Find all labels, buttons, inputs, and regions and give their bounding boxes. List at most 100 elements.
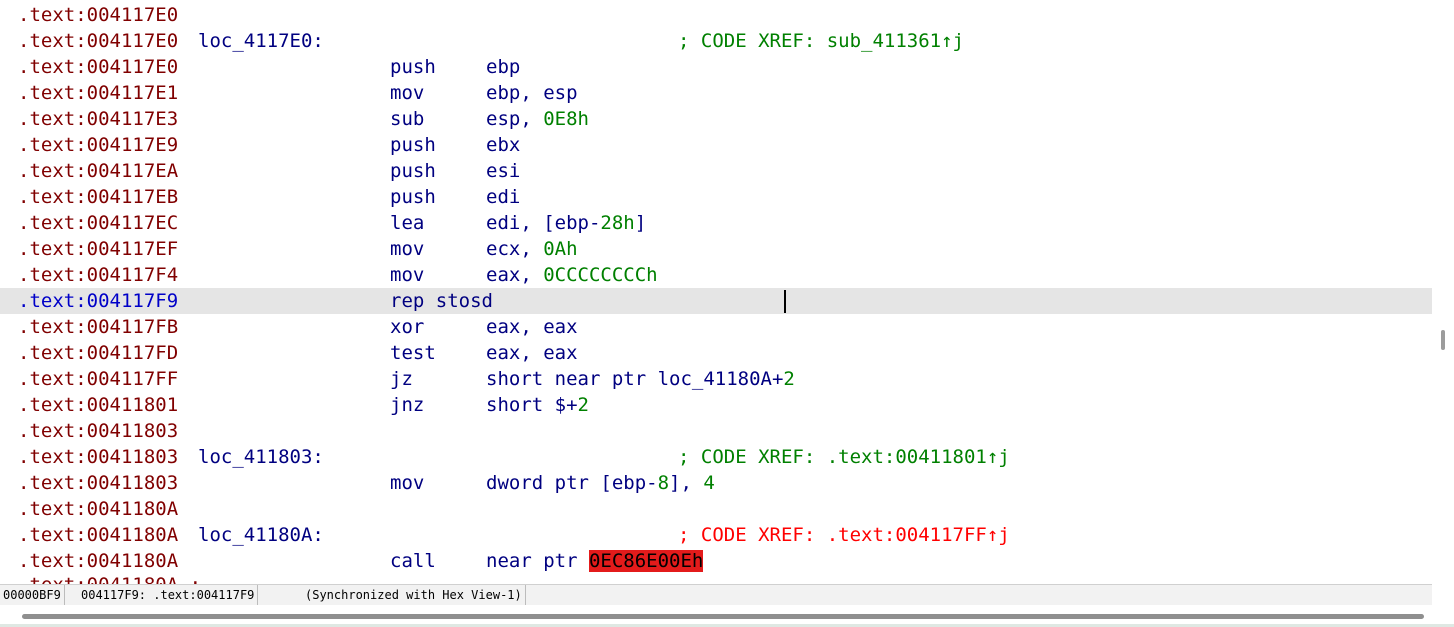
vertical-scrollbar[interactable]	[1432, 0, 1454, 610]
xref-comment[interactable]: ; CODE XREF: .text:004117FF↑j	[678, 522, 1010, 548]
xref-comment[interactable]: ; CODE XREF: sub_411361↑j	[678, 28, 964, 54]
listing-line[interactable]: .text:004117FD test eax, eax	[0, 340, 1432, 366]
instruction-operands[interactable]: eax, 0CCCCCCCCh	[486, 262, 658, 288]
instruction-mnemonic[interactable]: test	[390, 340, 436, 366]
listing-line[interactable]: .text:004117EF mov ecx, 0Ah	[0, 236, 1432, 262]
vertical-scrollbar-thumb[interactable]	[1441, 330, 1445, 350]
instruction-mnemonic[interactable]: lea	[390, 210, 424, 236]
code-label[interactable]: loc_411803:	[198, 444, 324, 470]
listing-line[interactable]: .text:004117E3 sub esp, 0E8h	[0, 106, 1432, 132]
instruction-operands[interactable]: ebp	[486, 54, 520, 80]
line-address[interactable]: .text:0041180A	[18, 548, 178, 574]
operand-part: ebp, esp	[486, 82, 578, 104]
instruction-operands[interactable]: esi	[486, 158, 520, 184]
line-address[interactable]: .text:004117FB	[18, 314, 178, 340]
operand-part: near ptr	[486, 550, 589, 572]
line-address[interactable]: .text:00411803	[18, 418, 178, 444]
listing-line[interactable]: .text:00411803 mov dword ptr [ebp-8], 4	[0, 470, 1432, 496]
listing-line[interactable]: .text:004117EB push edi	[0, 184, 1432, 210]
line-address[interactable]: .text:004117EF	[18, 236, 178, 262]
instruction-mnemonic[interactable]: push	[390, 54, 436, 80]
operand-part: 0CCCCCCCCh	[543, 264, 658, 286]
operand-part: short near ptr loc_41180A+	[486, 368, 784, 390]
listing-line[interactable]: .text:004117E0	[0, 2, 1432, 28]
instruction-operands[interactable]: near ptr 0EC86E00Eh	[486, 548, 704, 574]
line-address[interactable]: .text:004117F4	[18, 262, 178, 288]
horizontal-scrollbar-thumb[interactable]	[22, 614, 1424, 619]
operand-part: 28h	[600, 212, 635, 234]
line-address[interactable]: .text:00411803	[18, 444, 178, 470]
listing-line[interactable]: .text:004117F4 mov eax, 0CCCCCCCCh	[0, 262, 1432, 288]
partial-line-text: .text:0041180A ;	[18, 574, 201, 584]
listing-line[interactable]: .text:00411803 loc_411803: ; CODE XREF: .t…	[0, 444, 1432, 470]
instruction-operands[interactable]: esp, 0E8h	[486, 106, 589, 132]
line-address[interactable]: .text:0041180A	[18, 522, 178, 548]
line-address[interactable]: .text:004117E0	[18, 28, 178, 54]
line-address[interactable]: .text:004117F9	[18, 288, 178, 314]
instruction-operands[interactable]: eax, eax	[486, 340, 578, 366]
instruction-mnemonic[interactable]: xor	[390, 314, 424, 340]
line-address[interactable]: .text:004117E1	[18, 80, 178, 106]
instruction-operands[interactable]: short $+2	[486, 392, 589, 418]
line-address[interactable]: .text:004117FD	[18, 340, 178, 366]
line-address[interactable]: .text:004117E9	[18, 132, 178, 158]
operand-part: esp,	[486, 108, 544, 130]
listing-line[interactable]: .text:004117EC lea edi, [ebp-28h]	[0, 210, 1432, 236]
line-address[interactable]: .text:004117FF	[18, 366, 178, 392]
instruction-mnemonic[interactable]: push	[390, 158, 436, 184]
instruction-mnemonic[interactable]: sub	[390, 106, 424, 132]
line-address[interactable]: .text:004117E0	[18, 54, 178, 80]
instruction-operands[interactable]: ebp, esp	[486, 80, 578, 106]
selected-listing-line[interactable]: .text:004117F9 rep stosd	[0, 288, 1432, 314]
instruction-mnemonic[interactable]: push	[390, 184, 436, 210]
operand-part: eax,	[486, 264, 544, 286]
instruction-operands[interactable]: eax, eax	[486, 314, 578, 340]
highlighted-operand[interactable]: 0EC86E00Eh	[588, 550, 704, 572]
listing-line[interactable]: .text:004117E0 loc_4117E0: ; CODE XREF: su…	[0, 28, 1432, 54]
listing-line[interactable]: .text:0041180A call near ptr 0EC86E00Eh	[0, 548, 1432, 574]
operand-part: edi	[486, 186, 521, 208]
line-address[interactable]: .text:004117E3	[18, 106, 178, 132]
instruction[interactable]: rep stosd	[390, 288, 493, 314]
line-address[interactable]: .text:004117E0	[18, 2, 178, 28]
line-address[interactable]: .text:004117EC	[18, 210, 178, 236]
instruction-mnemonic[interactable]: push	[390, 132, 436, 158]
instruction-operands[interactable]: dword ptr [ebp-8], 4	[486, 470, 715, 496]
line-address[interactable]: .text:004117EB	[18, 184, 178, 210]
listing-line[interactable]: .text:00411803	[0, 418, 1432, 444]
status-sync: (Synchronized with Hex View-1)	[302, 585, 526, 605]
listing-line[interactable]: .text:004117EA push esi	[0, 158, 1432, 184]
line-address[interactable]: .text:0041180A	[18, 496, 178, 522]
instruction-mnemonic[interactable]: call	[390, 548, 436, 574]
line-address[interactable]: .text:00411803	[18, 470, 178, 496]
line-address[interactable]: .text:00411801	[18, 392, 178, 418]
xref-comment[interactable]: ; CODE XREF: .text:00411801↑j	[678, 444, 1010, 470]
instruction-operands[interactable]: short near ptr loc_41180A+2	[486, 366, 795, 392]
listing-line[interactable]: .text:004117FB xor eax, eax	[0, 314, 1432, 340]
instruction-mnemonic[interactable]: mov	[390, 470, 424, 496]
code-label[interactable]: loc_41180A:	[198, 522, 324, 548]
operand-part: dword ptr [ebp-	[486, 472, 658, 494]
instruction-mnemonic[interactable]: jnz	[390, 392, 424, 418]
listing-line[interactable]: .text:00411801 jnz short $+2	[0, 392, 1432, 418]
status-file-offset: 00000BF9	[0, 585, 65, 605]
status-location: 004117F9: .text:004117F9	[78, 585, 259, 605]
listing-line[interactable]: .text:004117E1 mov ebp, esp	[0, 80, 1432, 106]
instruction-mnemonic[interactable]: mov	[390, 262, 424, 288]
listing-line[interactable]: .text:004117FF jz short near ptr loc_41180…	[0, 366, 1432, 392]
instruction-operands[interactable]: edi, [ebp-28h]	[486, 210, 646, 236]
instruction-mnemonic[interactable]: mov	[390, 236, 424, 262]
listing-line[interactable]: .text:0041180A	[0, 496, 1432, 522]
instruction-operands[interactable]: ebx	[486, 132, 520, 158]
instruction-operands[interactable]: edi	[486, 184, 520, 210]
code-label[interactable]: loc_4117E0:	[198, 28, 324, 54]
line-address[interactable]: .text:004117EA	[18, 158, 178, 184]
instruction-mnemonic[interactable]: mov	[390, 80, 424, 106]
operand-part: ecx,	[486, 238, 544, 260]
instruction-operands[interactable]: ecx, 0Ah	[486, 236, 578, 262]
disassembly-view[interactable]: .text:004117E0 .text:004117E0 loc_4117E0:;…	[0, 0, 1433, 584]
listing-line[interactable]: .text:004117E0 push ebp	[0, 54, 1432, 80]
instruction-mnemonic[interactable]: jz	[390, 366, 413, 392]
listing-line[interactable]: .text:004117E9 push ebx	[0, 132, 1432, 158]
listing-line[interactable]: .text:0041180A loc_41180A: ; CODE XREF: .t…	[0, 522, 1432, 548]
